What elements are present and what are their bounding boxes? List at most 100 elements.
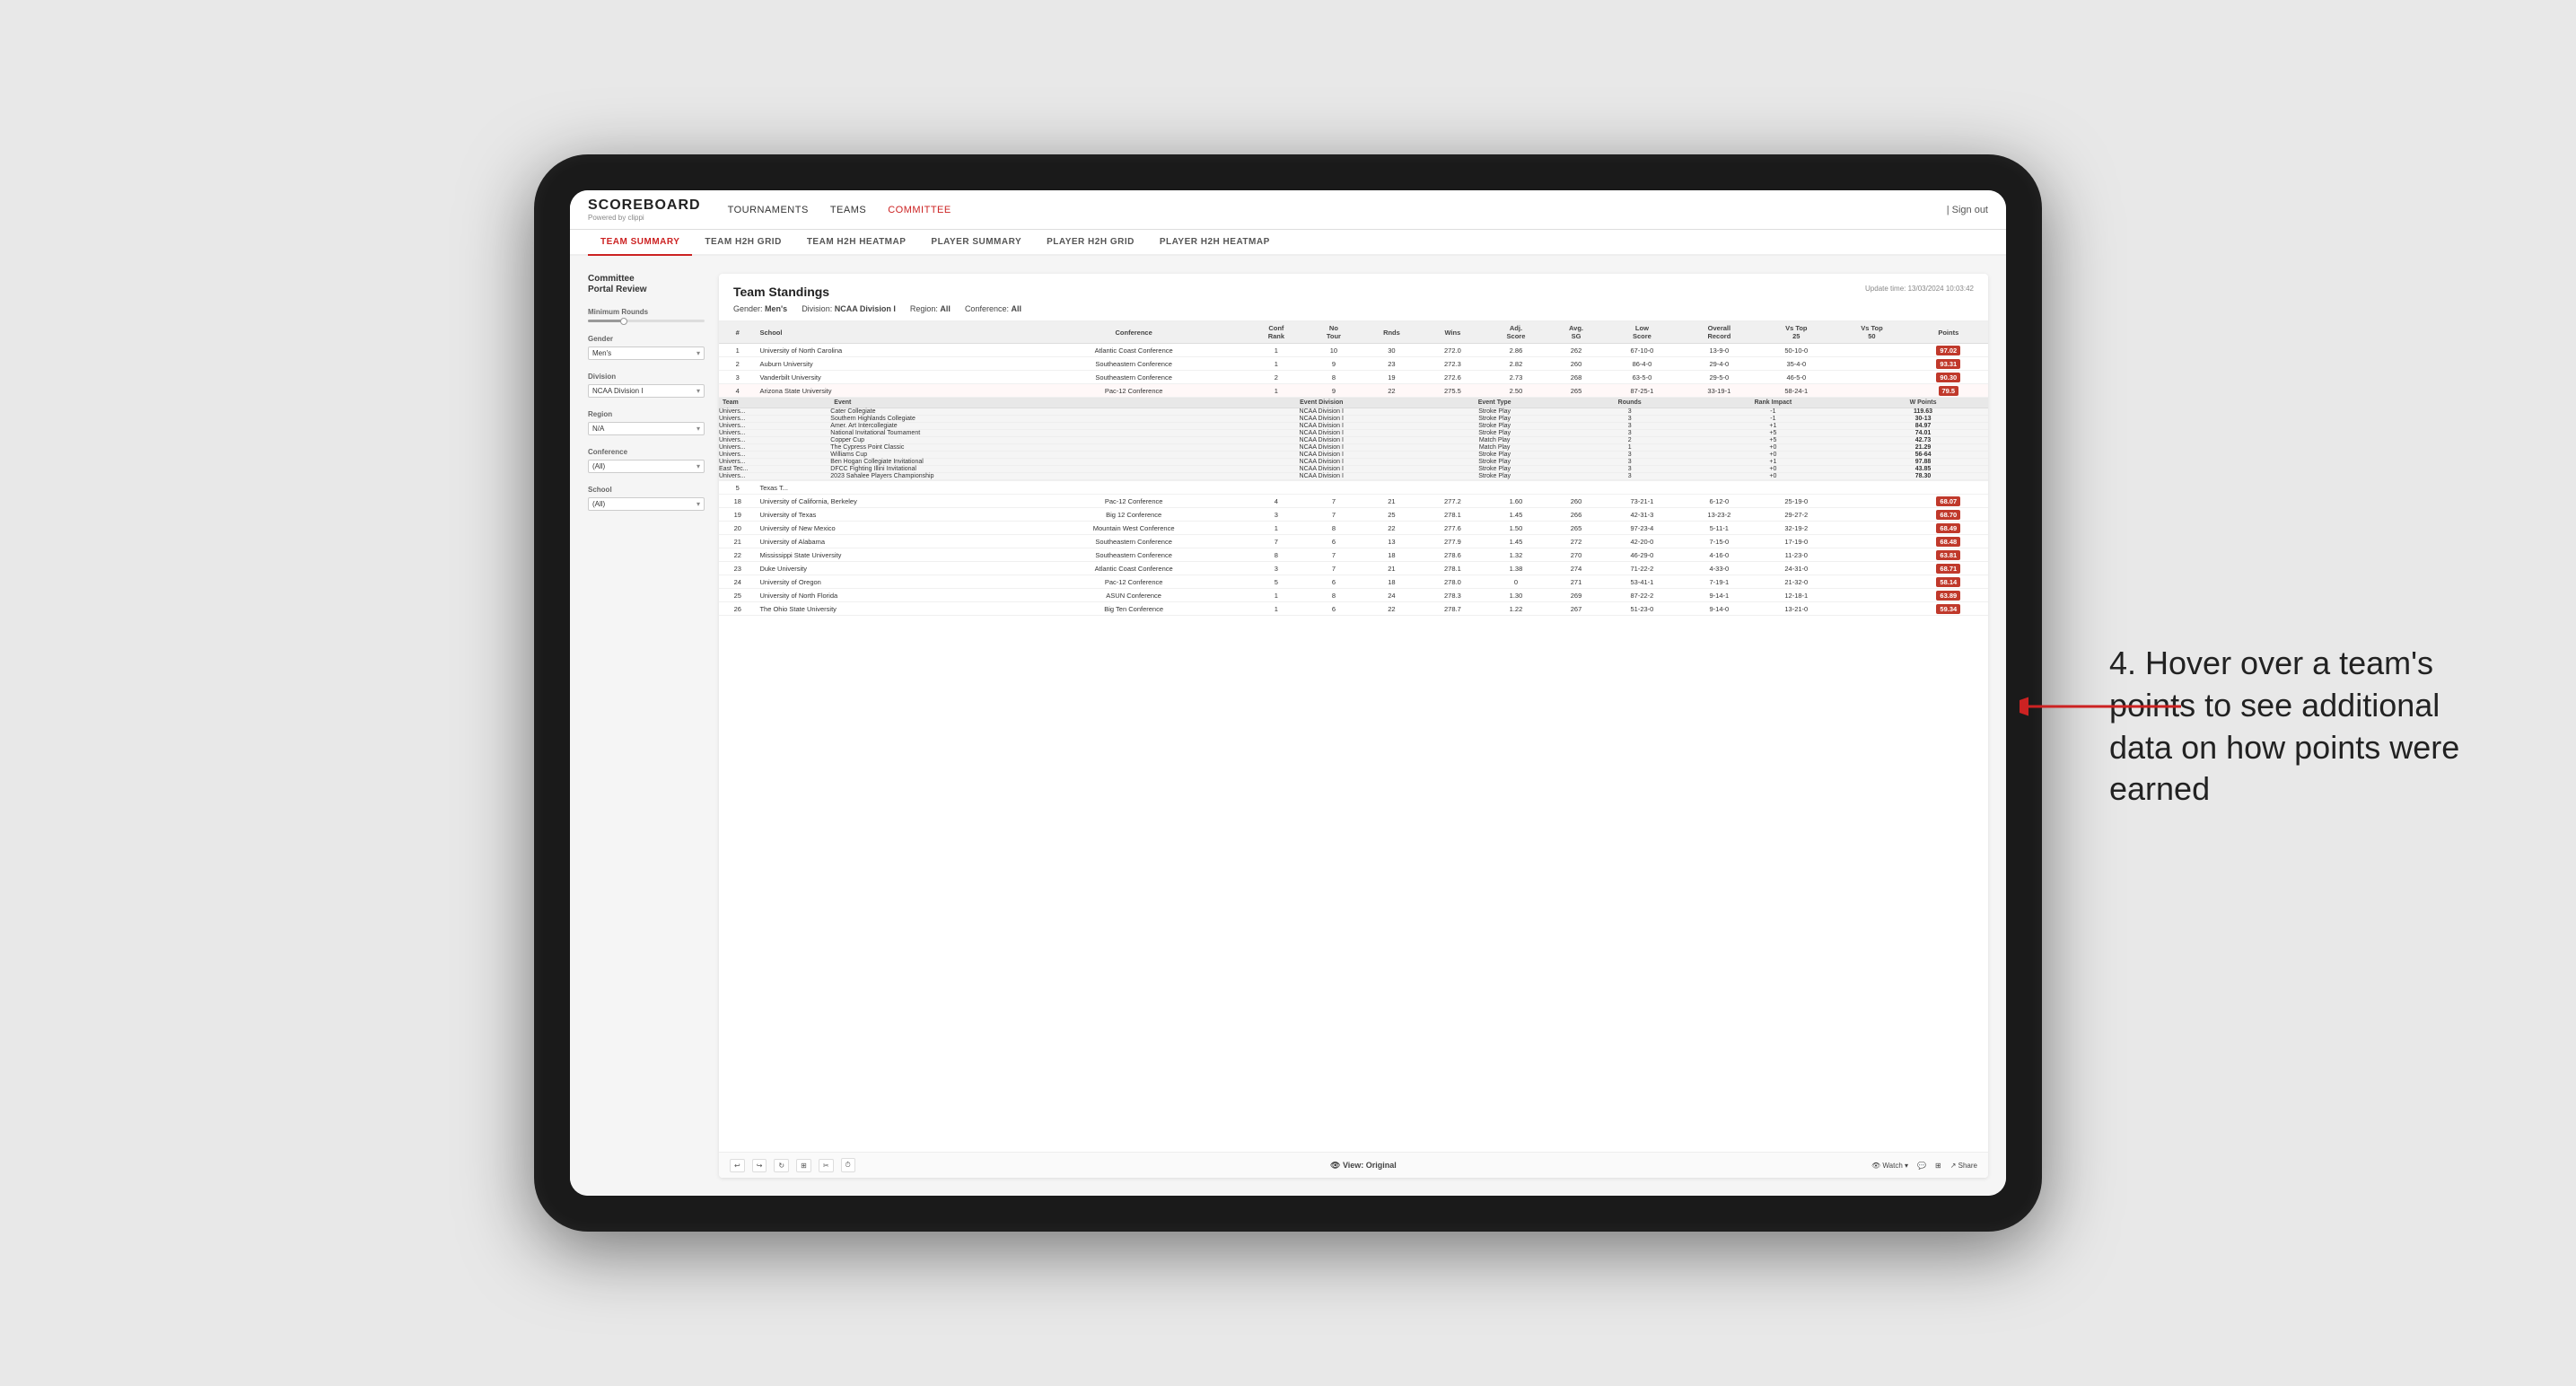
expanded-detail-row: Team Event Event Division Event Type Rou… (719, 398, 1988, 481)
cell-points[interactable]: 93.31 (1909, 357, 1988, 371)
cell-conf-rank: 1 (1246, 589, 1306, 602)
report-filters: Gender: Men's Division: NCAA Division I … (733, 304, 1021, 313)
filter-chip-region: Region: All (910, 304, 951, 313)
cell-points[interactable]: 58.14 (1909, 575, 1988, 589)
cell-rank: 18 (719, 495, 756, 508)
cell-low: 87-25-1 (1603, 384, 1680, 398)
slider-handle[interactable] (620, 318, 627, 325)
cell-school: University of Alabama (756, 535, 1021, 548)
cell-vs25: 17-19-0 (1757, 535, 1835, 548)
sign-out-link[interactable]: Sign out (1952, 205, 1988, 215)
division-dropdown[interactable]: NCAA Division I (588, 384, 705, 398)
cell-wins: 278.7 (1422, 602, 1483, 616)
filter-chip-division: Division: NCAA Division I (802, 304, 896, 313)
cell-school: Vanderbilt University (756, 371, 1021, 384)
undo-button[interactable]: ↩ (730, 1159, 745, 1172)
sub-nav-team-h2h-heatmap[interactable]: TEAM H2H HEATMAP (794, 230, 919, 254)
cell-points[interactable]: 59.34 (1909, 602, 1988, 616)
sub-nav-team-h2h-grid[interactable]: TEAM H2H GRID (692, 230, 793, 254)
cell-vs50 (1835, 575, 1908, 589)
list-item: Univers... Amer. Art Intercollegiate NCA… (719, 423, 1988, 430)
cell-avg: 274 (1549, 562, 1604, 575)
expanded-detail-cell: Team Event Event Division Event Type Rou… (719, 398, 1988, 481)
cell-adj: 1.38 (1483, 562, 1548, 575)
cell-school: University of North Carolina (756, 344, 1021, 357)
list-item: Univers... The Cypress Point Classic NCA… (719, 444, 1988, 452)
right-panel: Team Standings Gender: Men's Division: N… (719, 274, 1988, 1178)
cell-adj: 2.82 (1483, 357, 1548, 371)
cell-wins: 272.0 (1422, 344, 1483, 357)
cell-points[interactable]: 90.30 (1909, 371, 1988, 384)
cell-conference: Pac-12 Conference (1021, 384, 1247, 398)
cell-vs50 (1835, 357, 1908, 371)
exp-col-rank-impact: Rank Impact (1688, 398, 1858, 408)
slider-track[interactable] (588, 320, 705, 322)
cell-points[interactable]: 68.49 (1909, 522, 1988, 535)
table-scroll[interactable]: # School Conference ConfRank NoTour Rnds… (719, 321, 1988, 1152)
col-conf-rank: ConfRank (1246, 321, 1306, 344)
clock-button[interactable]: ⏱ (841, 1158, 855, 1172)
sub-nav-player-h2h-grid[interactable]: PLAYER H2H GRID (1034, 230, 1147, 254)
cell-wins: 275.5 (1422, 384, 1483, 398)
nav-teams[interactable]: TEAMS (830, 201, 866, 219)
cell-wins: 278.1 (1422, 562, 1483, 575)
cell-school: Mississippi State University (756, 548, 1021, 562)
region-dropdown[interactable]: N/A (588, 422, 705, 435)
cell-points[interactable]: 79.5 (1909, 384, 1988, 398)
copy-button[interactable]: ⊞ (796, 1159, 811, 1172)
cell-rank: 21 (719, 535, 756, 548)
cell-overall: 4-33-0 (1680, 562, 1757, 575)
grid-button[interactable]: ⊞ (1935, 1162, 1941, 1170)
cell-points[interactable]: 97.02 (1909, 344, 1988, 357)
cell-wins: 278.0 (1422, 575, 1483, 589)
cell-points[interactable]: 63.81 (1909, 548, 1988, 562)
cell-avg: 272 (1549, 535, 1604, 548)
crop-button[interactable]: ✂ (819, 1159, 834, 1172)
cell-rnds: 18 (1362, 548, 1423, 562)
cell-adj: 1.22 (1483, 602, 1548, 616)
cell-no-tour: 8 (1306, 589, 1361, 602)
cell-avg: 266 (1549, 508, 1604, 522)
cell-low: 87-22-2 (1603, 589, 1680, 602)
exp-col-division: Event Division (1225, 398, 1418, 408)
cell-points[interactable]: 68.48 (1909, 535, 1988, 548)
expanded-header-row: Team Event Event Division Event Type Rou… (719, 398, 1988, 408)
sub-nav-team-summary[interactable]: TEAM SUMMARY (588, 230, 692, 256)
watch-button[interactable]: 👁 Watch ▾ (1871, 1162, 1908, 1170)
col-rank: # (719, 321, 756, 344)
redo-button[interactable]: ↪ (752, 1159, 767, 1172)
sub-nav-player-h2h-heatmap[interactable]: PLAYER H2H HEATMAP (1147, 230, 1283, 254)
nav-tournaments[interactable]: TOURNAMENTS (728, 201, 809, 219)
cell-conference: Southeastern Conference (1021, 371, 1247, 384)
gender-dropdown[interactable]: Men's (588, 346, 705, 360)
cell-overall: 4-16-0 (1680, 548, 1757, 562)
share-button[interactable]: ↗ Share (1950, 1162, 1977, 1170)
cell-rank: 20 (719, 522, 756, 535)
table-row: 25 University of North Florida ASUN Conf… (719, 589, 1988, 602)
cell-vs50 (1835, 384, 1908, 398)
school-dropdown[interactable]: (All) (588, 497, 705, 511)
cell-points[interactable]: 68.70 (1909, 508, 1988, 522)
cell-adj: 1.30 (1483, 589, 1548, 602)
cell-adj: 1.32 (1483, 548, 1548, 562)
conference-dropdown[interactable]: (All) (588, 460, 705, 473)
cell-adj: 1.50 (1483, 522, 1548, 535)
cell-points[interactable]: 68.07 (1909, 495, 1988, 508)
exp-col-team: Team (719, 398, 830, 408)
comment-button[interactable]: 💬 (1917, 1162, 1926, 1170)
refresh-button[interactable]: ↻ (774, 1159, 789, 1172)
cell-points[interactable]: 68.71 (1909, 562, 1988, 575)
cell-points[interactable]: 63.89 (1909, 589, 1988, 602)
cell-rank: 23 (719, 562, 756, 575)
cell-rnds: 30 (1362, 344, 1423, 357)
cell-conference: Pac-12 Conference (1021, 575, 1247, 589)
view-label[interactable]: View: Original (1343, 1161, 1397, 1170)
filter-label-school: School (588, 486, 705, 494)
nav-committee[interactable]: COMMITTEE (888, 201, 951, 219)
sub-nav-player-summary[interactable]: PLAYER SUMMARY (918, 230, 1034, 254)
cell-low: 97-23-4 (1603, 522, 1680, 535)
cell-wins: 278.1 (1422, 508, 1483, 522)
cell-no-tour: 7 (1306, 495, 1361, 508)
cell-vs25: 46-5-0 (1757, 371, 1835, 384)
expanded-table: Team Event Event Division Event Type Rou… (719, 398, 1988, 480)
